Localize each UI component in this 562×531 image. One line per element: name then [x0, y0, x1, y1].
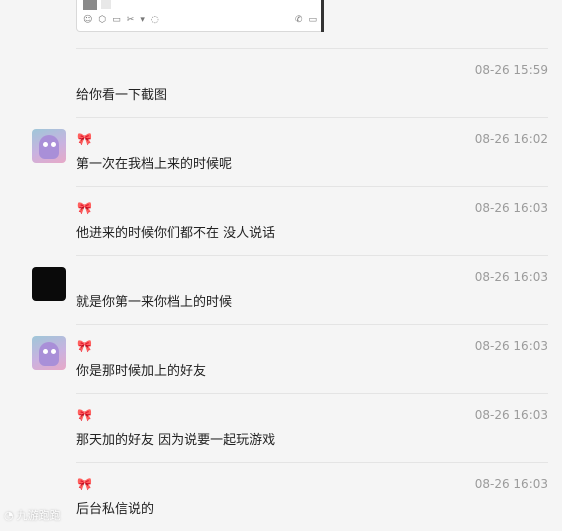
message-text[interactable]: 你是那时候加上的好友: [76, 360, 206, 379]
message-time: 08-26 15:59: [474, 63, 548, 77]
watermark: ◔ 九游跑跑: [4, 506, 61, 524]
avatar-character-illustration: [39, 135, 59, 159]
bow-badge-icon: 🎀: [77, 477, 92, 491]
dropdown-icon: ▾: [140, 15, 145, 25]
message-divider: [76, 255, 548, 256]
message-time: 08-26 16:03: [474, 408, 548, 422]
bow-badge-icon: 🎀: [77, 132, 92, 146]
message-time: 08-26 16:03: [474, 270, 548, 284]
bow-badge-icon: 🎀: [77, 201, 92, 215]
bow-badge-icon: 🎀: [77, 408, 92, 422]
message-text[interactable]: 就是你第一来你档上的时候: [76, 291, 232, 310]
message-text[interactable]: 后台私信说的: [76, 498, 154, 517]
message-time: 08-26 16:03: [474, 339, 548, 353]
avatar-character-illustration: [39, 342, 59, 366]
avatar[interactable]: [32, 129, 66, 163]
screenshot-edge: [321, 0, 324, 32]
avatar[interactable]: [32, 336, 66, 370]
screenshot-toolbar: ☺ ⬡ ▭ ✂ ▾ ◌ ✆ ▭: [83, 14, 317, 26]
watermark-text: 九游跑跑: [16, 509, 61, 522]
chat-message: 🎀 08-26 16:03 你是那时候加上的好友: [0, 324, 562, 393]
message-divider: [76, 186, 548, 187]
message-time: 08-26 16:02: [474, 132, 548, 146]
emoji-icon: ☺: [83, 15, 93, 25]
message-text[interactable]: 他进来的时候你们都不在 没人说话: [76, 222, 275, 241]
phone-icon: ✆: [294, 15, 303, 25]
chat-message: 08-26 15:59 给你看一下截图: [0, 48, 562, 117]
avatar[interactable]: [32, 267, 66, 301]
chat-history-icon: ◌: [150, 15, 159, 25]
message-text[interactable]: 第一次在我档上来的时候呢: [76, 153, 232, 172]
folder-icon: ▭: [112, 15, 121, 25]
message-divider: [76, 117, 548, 118]
message-text[interactable]: 那天加的好友 因为说要一起玩游戏: [76, 429, 275, 448]
message-text[interactable]: 给你看一下截图: [76, 84, 167, 103]
scissors-icon: ✂: [126, 15, 135, 25]
chat-message: 🎀 08-26 16:03 那天加的好友 因为说要一起玩游戏: [0, 393, 562, 462]
watermark-logo-icon: ◔: [4, 508, 14, 522]
message-divider: [76, 393, 548, 394]
video-icon: ▭: [308, 15, 317, 25]
chat-message: 08-26 16:03 就是你第一来你档上的时候: [0, 255, 562, 324]
message-divider: [76, 324, 548, 325]
screenshot-mini-icon: [101, 0, 111, 9]
message-divider: [76, 462, 548, 463]
screenshot-thumbnail: [83, 0, 97, 10]
chat-message: 🎀 08-26 16:02 第一次在我档上来的时候呢: [0, 117, 562, 186]
message-divider: [76, 48, 548, 49]
screenshot-preview-image[interactable]: ☺ ⬡ ▭ ✂ ▾ ◌ ✆ ▭: [76, 0, 324, 32]
cube-icon: ⬡: [98, 15, 107, 25]
chat-message: 🎀 08-26 16:03 后台私信说的: [0, 462, 562, 531]
chat-message: 🎀 08-26 16:03 他进来的时候你们都不在 没人说话: [0, 186, 562, 255]
message-time: 08-26 16:03: [474, 201, 548, 215]
message-time: 08-26 16:03: [474, 477, 548, 491]
bow-badge-icon: 🎀: [77, 339, 92, 353]
